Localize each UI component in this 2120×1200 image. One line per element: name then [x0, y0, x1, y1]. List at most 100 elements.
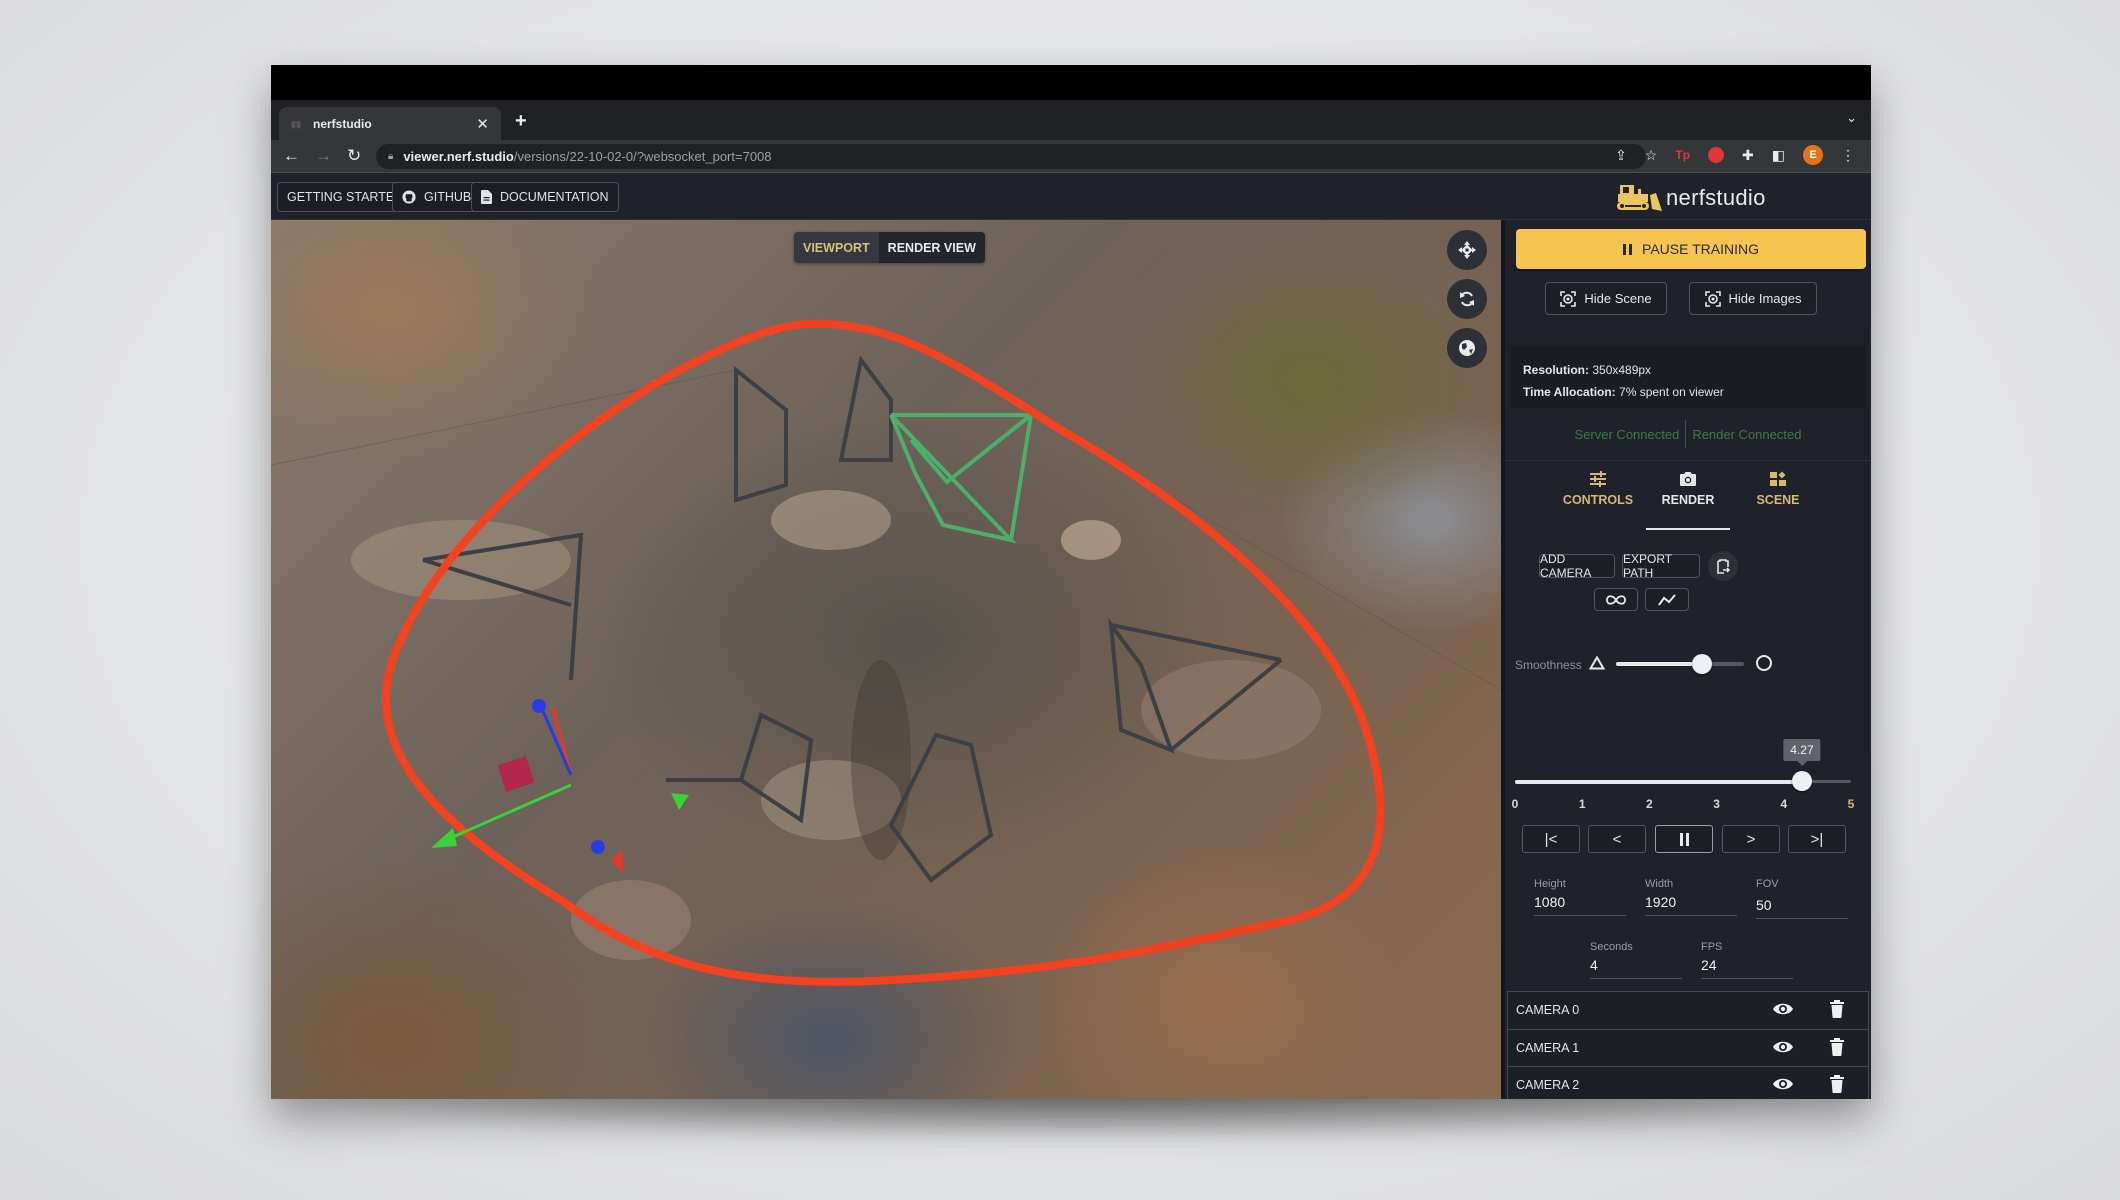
trash-icon[interactable]	[1830, 1037, 1844, 1056]
widgets-icon	[1770, 471, 1786, 486]
gizmo-z-handle[interactable]	[532, 699, 546, 713]
gizmo-z-rotate-handle[interactable]	[591, 840, 605, 854]
timeline-icon	[1658, 593, 1676, 606]
eye-icon[interactable]	[1772, 1001, 1794, 1017]
export-path-button[interactable]: EXPORT PATH	[1622, 552, 1700, 580]
eye-icon[interactable]	[1772, 1076, 1794, 1092]
trash-icon[interactable]	[1830, 1000, 1844, 1018]
loop-path-button[interactable]	[1594, 588, 1638, 611]
play-pause-button[interactable]	[1655, 825, 1713, 853]
tab-viewport[interactable]: VIEWPORT	[794, 232, 879, 263]
seconds-field[interactable]: Seconds 4	[1590, 941, 1682, 979]
timeline-slider[interactable]	[1515, 771, 1851, 791]
time-allocation-label: Time Allocation:	[1523, 385, 1616, 399]
forward-button[interactable]: →	[315, 146, 332, 166]
camera-path-spline[interactable]	[381, 319, 1385, 986]
timeline-slider-thumb[interactable]	[1791, 771, 1812, 791]
timeline-tick-label: 3	[1713, 797, 1720, 811]
browser-tab[interactable]: ▮▮ nerfstudio ✕	[279, 107, 501, 140]
tab-render-view[interactable]: RENDER VIEW	[878, 232, 985, 263]
fov-field[interactable]: FOV 50	[1756, 878, 1848, 919]
hide-scene-label: Hide Scene	[1584, 291, 1652, 306]
tab-controls-label: CONTROLS	[1562, 493, 1634, 507]
extension-adblock-icon[interactable]	[1708, 147, 1725, 163]
go-to-start-button[interactable]: |<	[1522, 825, 1580, 853]
github-button[interactable]: GITHUB	[392, 182, 482, 212]
share-icon[interactable]: ⇪	[1615, 147, 1627, 164]
gizmo-y-axis[interactable]	[445, 783, 572, 842]
extensions-puzzle-icon[interactable]: ✚	[1742, 147, 1754, 164]
profile-avatar[interactable]: E	[1803, 145, 1823, 165]
camera-list: CAMERA 0 CAMERA 1 CAMERA 2 CAMERA 3	[1507, 991, 1869, 1099]
clipboard-export-icon	[1717, 559, 1730, 574]
gizmo-y-arrow[interactable]	[431, 828, 457, 848]
tab-scene[interactable]: SCENE	[1733, 465, 1823, 522]
eye-icon[interactable]	[1772, 1039, 1794, 1055]
pause-training-label: PAUSE TRAINING	[1642, 241, 1759, 257]
smoothness-label: Smoothness	[1515, 658, 1582, 672]
timeline-tick-labels: 0 1 2 3 4 5	[1512, 797, 1867, 813]
time-allocation-row: Time Allocation: 7% spent on viewer	[1523, 381, 1853, 403]
copy-path-button[interactable]	[1708, 551, 1738, 581]
linear-path-button[interactable]	[1645, 588, 1689, 611]
tab-controls[interactable]: CONTROLS	[1553, 465, 1643, 522]
translate-tool-button[interactable]	[1447, 230, 1487, 270]
bookmark-star-icon[interactable]: ☆	[1645, 147, 1658, 164]
height-input[interactable]: 1080	[1534, 894, 1626, 916]
height-field[interactable]: Height 1080	[1534, 878, 1626, 916]
smoothness-slider[interactable]	[1616, 654, 1744, 674]
transform-gizmo[interactable]	[431, 699, 689, 874]
camera-name: CAMERA 2	[1516, 1078, 1580, 1093]
timeline-tick-label: 2	[1646, 797, 1653, 811]
gizmo-x-rotate-handle[interactable]	[611, 850, 623, 874]
fov-input[interactable]: 50	[1756, 897, 1848, 919]
url-input[interactable]: 🔒︎ viewer.nerf.studio /versions/22-10-02…	[376, 144, 1646, 169]
fps-input[interactable]: 24	[1701, 957, 1793, 979]
fps-field[interactable]: FPS 24	[1701, 941, 1793, 979]
camera-name: CAMERA 0	[1516, 1003, 1580, 1018]
side-panel-icon[interactable]: ◧	[1772, 147, 1785, 164]
pause-icon	[1679, 832, 1689, 846]
app-header: GETTING STARTED GITHUB DOCUMENTATION ner…	[271, 173, 1871, 220]
go-to-end-button[interactable]: >|	[1788, 825, 1846, 853]
seconds-input[interactable]: 4	[1590, 957, 1682, 979]
new-tab-button[interactable]: +	[515, 110, 527, 133]
rotate-tool-button[interactable]	[1447, 279, 1487, 319]
circle-icon	[1756, 655, 1772, 671]
camera-icon	[1680, 472, 1696, 486]
extension-tp-icon[interactable]: Tp	[1675, 148, 1690, 162]
width-input[interactable]: 1920	[1645, 894, 1737, 916]
back-button[interactable]: ←	[283, 146, 300, 166]
camera-list-item[interactable]: CAMERA 0	[1507, 991, 1869, 1029]
smoothness-slider-fill	[1616, 662, 1702, 666]
trash-icon[interactable]	[1830, 1075, 1844, 1093]
camera-list-item[interactable]: CAMERA 1	[1507, 1028, 1869, 1066]
3d-viewport[interactable]: VIEWPORT RENDER VIEW	[271, 220, 1501, 1099]
gizmo-y-rotate-handle[interactable]	[671, 793, 689, 810]
seconds-label: Seconds	[1590, 941, 1633, 953]
width-field[interactable]: Width 1920	[1645, 878, 1737, 916]
browser-menu-icon[interactable]: ⋮	[1841, 147, 1855, 164]
tab-search-chevron-icon[interactable]: ⌄	[1846, 110, 1857, 126]
scene-canvas[interactable]	[271, 220, 1501, 1099]
export-path-label: EXPORT PATH	[1623, 552, 1672, 580]
previous-frame-button[interactable]: <	[1588, 825, 1646, 853]
next-frame-button[interactable]: >	[1722, 825, 1780, 853]
documentation-button[interactable]: DOCUMENTATION	[471, 182, 619, 212]
hide-images-button[interactable]: Hide Images	[1689, 282, 1817, 315]
hide-scene-button[interactable]: Hide Scene	[1545, 282, 1667, 315]
tab-render[interactable]: RENDER	[1643, 465, 1733, 530]
stats-box: Resolution: 350x489px Time Allocation: 7…	[1510, 346, 1866, 408]
add-camera-button[interactable]: ADD CAMERA	[1539, 552, 1615, 580]
timeline-slider-fill	[1515, 780, 1802, 784]
camera-list-item[interactable]: CAMERA 2	[1507, 1066, 1869, 1099]
smoothness-slider-thumb[interactable]	[1691, 654, 1712, 674]
world-space-button[interactable]	[1447, 328, 1487, 368]
pause-training-button[interactable]: PAUSE TRAINING	[1516, 229, 1866, 269]
reload-button[interactable]: ↻	[347, 146, 361, 166]
document-icon	[481, 190, 492, 204]
getting-started-label: GETTING STARTED	[287, 190, 404, 204]
time-allocation-value: 7% spent on viewer	[1619, 385, 1724, 399]
gizmo-plane-handle[interactable]	[497, 756, 535, 792]
close-tab-icon[interactable]: ✕	[476, 115, 489, 133]
